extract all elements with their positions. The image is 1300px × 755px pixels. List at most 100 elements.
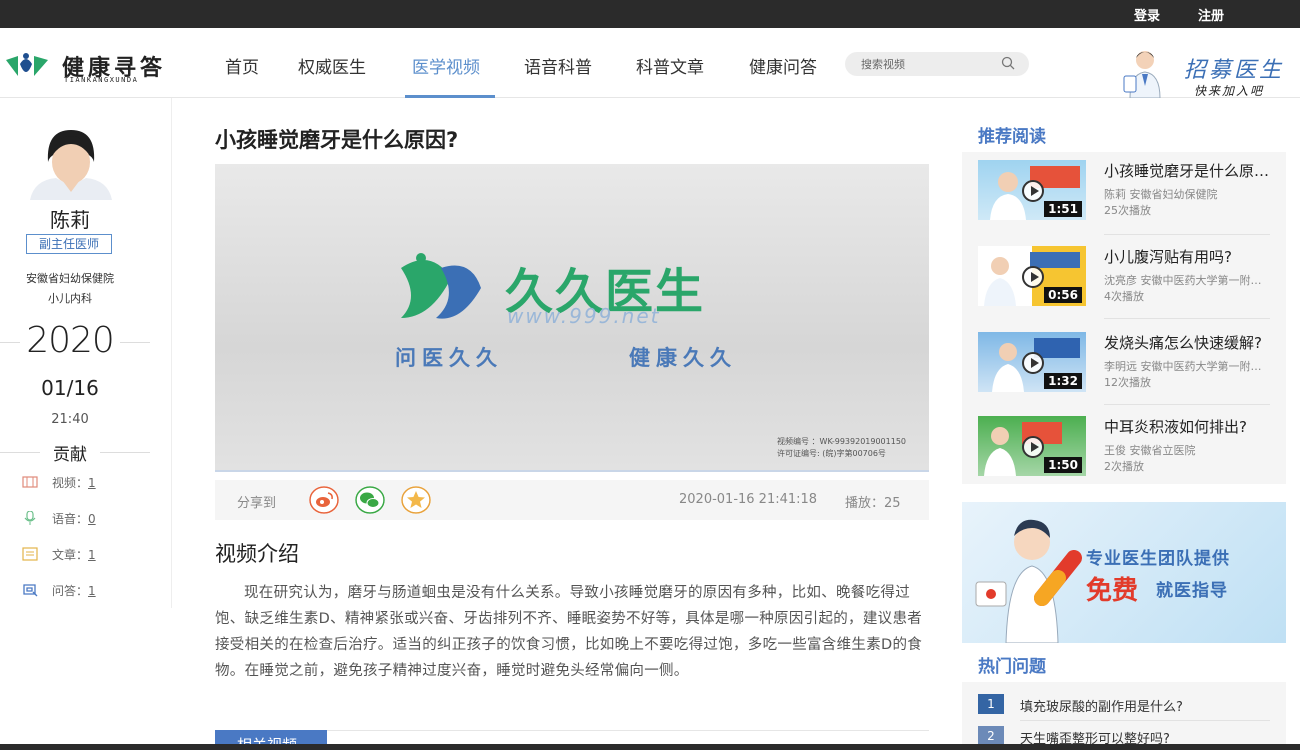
play-icon (1022, 180, 1044, 202)
intro-heading: 视频介绍 (215, 542, 299, 566)
film-icon (22, 476, 38, 488)
banner-line2: 就医指导 (1156, 581, 1228, 601)
nav-audio[interactable]: 语音科普 (524, 53, 592, 78)
divider (120, 342, 150, 343)
publish-time: 21:40 (51, 412, 89, 427)
video-player[interactable]: 久久医生 www.999.net 问医久久 健康久久 视频编号 ：WK-9939… (215, 164, 929, 472)
recommend-author: 沈亮彦 安徽中医药大学第一附属医院 (1104, 274, 1270, 287)
hot-questions-panel: 1 填充玻尿酸的副作用是什么? 2 天生嘴歪整形可以整好吗? (962, 682, 1286, 750)
wechat-share-icon[interactable] (355, 486, 385, 514)
share-label: 分享到 (237, 496, 277, 511)
recommend-item[interactable]: 1:32 发烧头痛怎么快速缓解? 李明远 安徽中医药大学第一附属医院 12次播放 (978, 332, 1270, 402)
recommend-item[interactable]: 1:51 小孩睡觉磨牙是什么原因? 陈莉 安徽省妇幼保健院 25次播放 (978, 160, 1270, 230)
recruit-title: 招募医生 (1184, 58, 1285, 83)
recommend-plays: 25次播放 (1104, 204, 1151, 217)
stat-audio[interactable]: 语音：0 (22, 510, 96, 527)
document-icon (22, 547, 38, 561)
play-icon (1022, 352, 1044, 374)
doctor-name: 陈莉 (50, 208, 90, 232)
hot-question-text[interactable]: 填充玻尿酸的副作用是什么? (1020, 696, 1183, 715)
nav-videos[interactable]: 医学视频 (412, 53, 480, 78)
doctor-department: 小儿内科 (48, 292, 92, 305)
nav-active-underline (405, 95, 495, 98)
doctor-title-badge: 副主任医师 (26, 234, 112, 254)
video-code: 视频编号 ：WK-99392019001150 (777, 437, 907, 446)
recommend-plays: 2次播放 (1104, 460, 1144, 473)
recruit-doctors-banner[interactable]: 招募医生 快来加入吧 (1122, 46, 1292, 102)
recommend-title[interactable]: 小孩睡觉磨牙是什么原因? (1104, 160, 1270, 181)
nav-qa[interactable]: 健康问答 (749, 53, 817, 78)
doctor-sidebar: 陈莉 副主任医师 安徽省妇幼保健院 小儿内科 2020 01/16 21:40 … (0, 98, 172, 608)
nav-doctors[interactable]: 权威医生 (298, 53, 366, 78)
stat-articles[interactable]: 文章：1 (22, 546, 96, 563)
play-count: 播放：25 (845, 496, 901, 511)
divider (1104, 318, 1270, 319)
recommend-author: 李明远 安徽中医药大学第一附属医院 (1104, 360, 1270, 373)
recommend-thumbnail[interactable]: 0:56 (978, 246, 1086, 306)
hot-rank-badge: 1 (978, 694, 1004, 714)
nav-articles[interactable]: 科普文章 (636, 53, 704, 78)
recommend-item[interactable]: 0:56 小儿腹泻贴有用吗? 沈亮彦 安徽中医药大学第一附属医院 4次播放 (978, 246, 1270, 316)
register-link[interactable]: 注册 (1198, 5, 1224, 24)
recommend-title[interactable]: 小儿腹泻贴有用吗? (1104, 246, 1270, 267)
video-title: 小孩睡觉磨牙是什么原因? (215, 128, 459, 152)
publish-year: 2020 (26, 320, 115, 361)
video-brand-logo (401, 253, 481, 319)
recommend-heading: 推荐阅读 (978, 127, 1046, 147)
video-duration: 0:56 (1044, 287, 1082, 303)
doctor-cartoon-icon (975, 519, 1082, 643)
intro-body: 现在研究认为，磨牙与肠道蛔虫是没有什么关系。导致小孩睡觉磨牙的原因有多种，比如、… (215, 585, 923, 679)
play-icon (1022, 266, 1044, 288)
microphone-icon (24, 511, 36, 525)
divider (100, 452, 150, 453)
share-bar: 分享到 2020-01-16 21:41:18 播放：25 (215, 480, 929, 520)
recommend-thumbnail[interactable]: 1:50 (978, 416, 1086, 476)
stat-videos[interactable]: 视频：1 (22, 474, 96, 491)
video-duration: 1:51 (1044, 201, 1082, 217)
video-duration: 1:50 (1044, 457, 1082, 473)
video-brand-url: www.999.net (507, 304, 661, 328)
publish-month-day: 01/16 (41, 376, 99, 400)
doctor-illustration-icon (1123, 51, 1161, 98)
recommend-author: 陈莉 安徽省妇幼保健院 (1104, 188, 1218, 201)
top-bar: 登录 注册 (0, 0, 1300, 28)
video-duration: 1:32 (1044, 373, 1082, 389)
logo-leaf-icon (6, 53, 48, 76)
recommend-title[interactable]: 中耳炎积液如何排出? (1104, 416, 1270, 437)
play-icon (1022, 436, 1044, 458)
divider (1104, 234, 1270, 235)
logo-subtext: TIANKANGXUNDA (64, 76, 139, 84)
hot-question-item[interactable]: 1 填充玻尿酸的副作用是什么? (978, 694, 1270, 715)
recommend-thumbnail[interactable]: 1:32 (978, 332, 1086, 392)
login-link[interactable]: 登录 (1134, 5, 1160, 24)
divider (1104, 404, 1270, 405)
weibo-share-icon[interactable] (309, 486, 339, 514)
publish-datetime: 2020-01-16 21:41:18 (679, 492, 818, 507)
banner-free: 免费 (1086, 576, 1139, 606)
free-consult-banner[interactable]: 专业医生团队提供 免费 就医指导 (962, 502, 1286, 643)
search-box[interactable]: 搜索视频 (845, 52, 1029, 76)
video-slogan-left: 问医久久 (395, 346, 503, 370)
recommend-title[interactable]: 发烧头痛怎么快速缓解? (1104, 332, 1270, 353)
recruit-subtitle: 快来加入吧 (1194, 84, 1265, 98)
recommend-plays: 4次播放 (1104, 290, 1144, 303)
stat-qa[interactable]: 问答：1 (22, 582, 96, 599)
doctor-avatar[interactable] (26, 122, 116, 200)
bottom-bar (0, 744, 1300, 750)
recommend-item[interactable]: 1:50 中耳炎积液如何排出? 王俊 安徽省立医院 2次播放 (978, 416, 1270, 486)
doctor-hospital: 安徽省妇幼保健院 (26, 272, 114, 285)
video-license: 许可证编号: (皖)字第00706号 (777, 449, 886, 458)
site-logo[interactable]: 健康寻答 TIANKANGXUNDA (4, 50, 184, 86)
search-icon[interactable] (1001, 56, 1015, 70)
favorite-star-icon[interactable] (401, 486, 431, 514)
hot-question-item[interactable]: 2 天生嘴歪整形可以整好吗? (978, 726, 1270, 747)
hot-questions-heading: 热门问题 (978, 657, 1046, 677)
nav-home[interactable]: 首页 (225, 53, 259, 78)
recommend-thumbnail[interactable]: 1:51 (978, 160, 1086, 220)
question-glyph-icon (23, 584, 38, 597)
video-slogan-right: 健康久久 (629, 346, 737, 370)
hot-rank-badge: 2 (978, 726, 1004, 746)
divider (1020, 720, 1270, 721)
banner-line1: 专业医生团队提供 (1086, 549, 1230, 569)
search-placeholder: 搜索视频 (861, 58, 905, 71)
